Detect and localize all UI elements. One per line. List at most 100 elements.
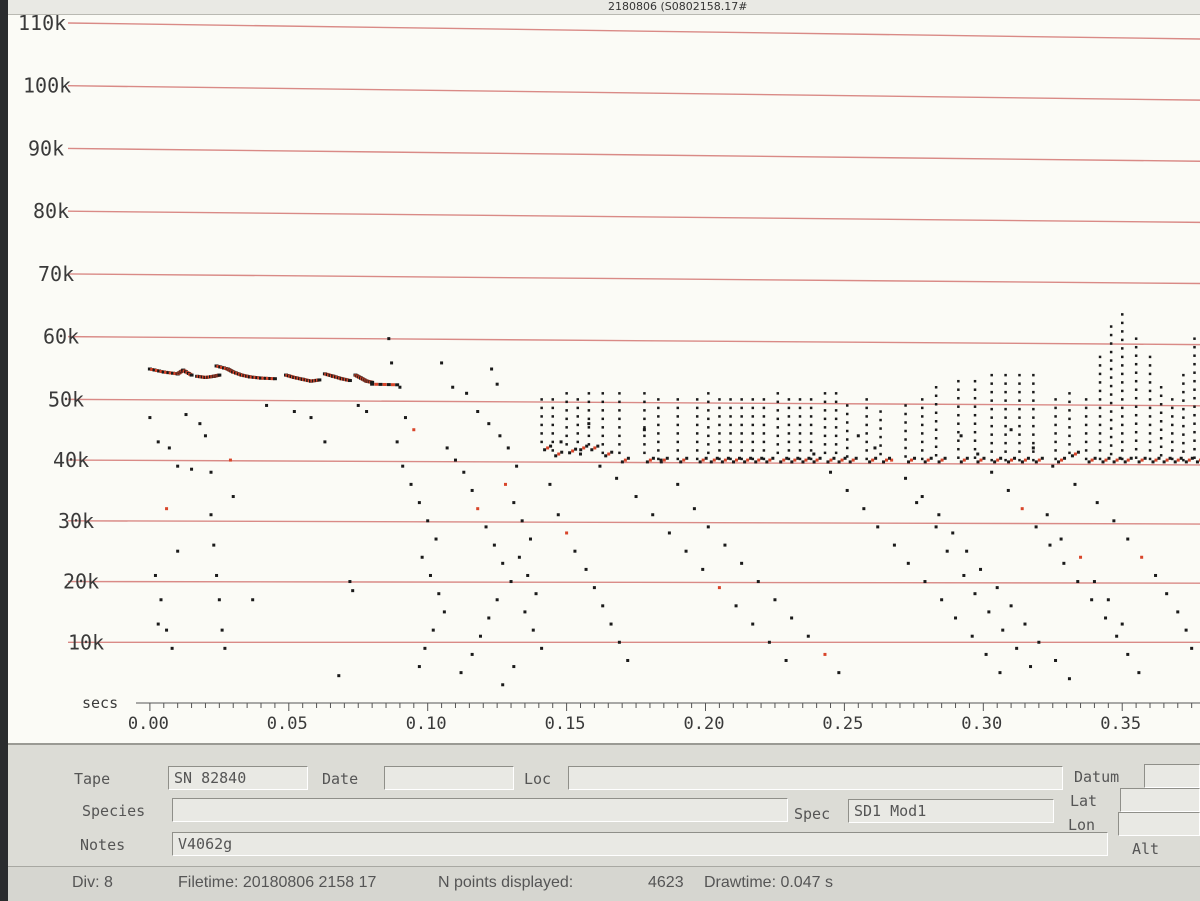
call-segment-point — [370, 382, 375, 386]
burst-point — [1068, 451, 1071, 455]
call-segment-point — [272, 377, 277, 381]
burst-hook-point — [1154, 458, 1158, 462]
burst-point — [729, 415, 732, 418]
lon-field[interactable] — [1118, 812, 1200, 836]
burst-point — [1098, 457, 1102, 461]
data-point — [476, 410, 480, 414]
burst-hook-point — [1037, 458, 1041, 462]
burst-point — [934, 411, 938, 415]
burst-point — [740, 406, 743, 410]
alt-label: Alt — [1132, 840, 1160, 858]
loc-field[interactable] — [568, 766, 1063, 790]
spec-field[interactable]: SD1 Mod1 — [848, 799, 1054, 823]
data-point — [501, 561, 505, 565]
burst-point — [695, 415, 699, 418]
data-point — [484, 525, 488, 529]
burst-point — [1054, 415, 1057, 418]
burst-point — [1171, 457, 1174, 461]
data-point — [995, 586, 999, 590]
burst-hook-point — [965, 456, 969, 460]
data-point — [487, 616, 491, 620]
burst-point — [973, 447, 977, 451]
data-point — [265, 403, 269, 407]
data-point — [923, 580, 927, 584]
tape-field[interactable]: SN 82840 — [168, 766, 308, 790]
burst-hook-point — [557, 452, 561, 456]
gridline — [67, 335, 1200, 346]
burst-hook-point — [682, 458, 686, 462]
data-point — [520, 519, 524, 523]
data-point — [979, 567, 983, 571]
burst-point — [1032, 382, 1035, 385]
burst-point — [1054, 423, 1057, 427]
date-field[interactable] — [384, 766, 514, 790]
scatter-chart[interactable]: 10k 20k 30k 40k 50k 60k 70k 80k 90k 100k 110k 0.00 0… — [8, 15, 1200, 743]
gridline — [67, 85, 1200, 101]
call-segment-point — [317, 378, 322, 382]
notes-field[interactable]: V4062g — [172, 832, 1108, 856]
burst-hook-point — [735, 458, 739, 462]
data-point — [915, 501, 919, 505]
data-point — [212, 543, 216, 547]
data-point — [365, 410, 369, 414]
burst-point — [1054, 449, 1057, 452]
y-tick-label: 20k — [63, 570, 99, 594]
data-point — [1006, 488, 1010, 492]
burst-point — [920, 415, 924, 418]
burst-point — [1109, 359, 1113, 362]
burst-hook-point — [743, 460, 747, 464]
burst-point — [718, 423, 721, 427]
data-point — [873, 446, 877, 450]
burst-point — [1193, 362, 1196, 366]
burst-hook-point — [662, 458, 666, 462]
burst-point — [762, 449, 766, 452]
burst-point — [729, 406, 732, 410]
datum-field[interactable] — [1144, 764, 1200, 788]
burst-point — [1121, 457, 1124, 461]
burst-point — [1084, 449, 1088, 452]
burst-point — [565, 417, 568, 421]
burst-point — [1054, 457, 1057, 461]
burst-point — [551, 440, 555, 444]
data-point — [734, 604, 738, 608]
burst-point — [787, 398, 791, 401]
burst-hook-point — [868, 460, 872, 464]
data-point — [723, 543, 727, 547]
data-point — [617, 640, 621, 644]
burst-point — [1171, 398, 1174, 401]
species-field[interactable] — [172, 798, 788, 822]
data-point — [578, 452, 582, 456]
spectrogram-plot[interactable]: 10k 20k 30k 40k 50k 60k 70k 80k 90k 100k 110k 0.00 0… — [8, 15, 1200, 745]
burst-point — [751, 457, 755, 461]
burst-hook-point — [801, 460, 805, 464]
burst-hook-point — [1129, 456, 1133, 460]
data-point — [965, 549, 969, 553]
burst-point — [1109, 367, 1113, 371]
spec-label: Spec — [794, 805, 831, 823]
burst-hook-point — [1073, 452, 1077, 456]
data-point — [420, 555, 424, 559]
data-point — [862, 507, 866, 511]
burst-point — [1098, 381, 1102, 384]
y-tick-label: 60k — [43, 325, 79, 349]
call-segment-point — [189, 373, 194, 377]
burst-hook-point — [560, 450, 564, 454]
burst-point — [865, 423, 868, 427]
burst-point — [1098, 389, 1102, 393]
data-point — [717, 586, 721, 590]
data-point — [401, 464, 405, 468]
burst-point — [676, 423, 680, 427]
data-point — [1176, 610, 1180, 614]
burst-point — [823, 434, 827, 438]
burst-point — [1182, 424, 1185, 428]
burst-point — [1193, 337, 1196, 340]
burst-point — [1121, 406, 1124, 410]
lat-field[interactable] — [1120, 788, 1200, 812]
burst-point — [973, 430, 977, 434]
burst-hook-point — [754, 460, 758, 464]
burst-point — [1134, 413, 1138, 417]
burst-point — [729, 440, 732, 444]
burst-hook-point — [549, 444, 553, 448]
burst-point — [751, 415, 755, 418]
burst-point — [676, 406, 680, 410]
